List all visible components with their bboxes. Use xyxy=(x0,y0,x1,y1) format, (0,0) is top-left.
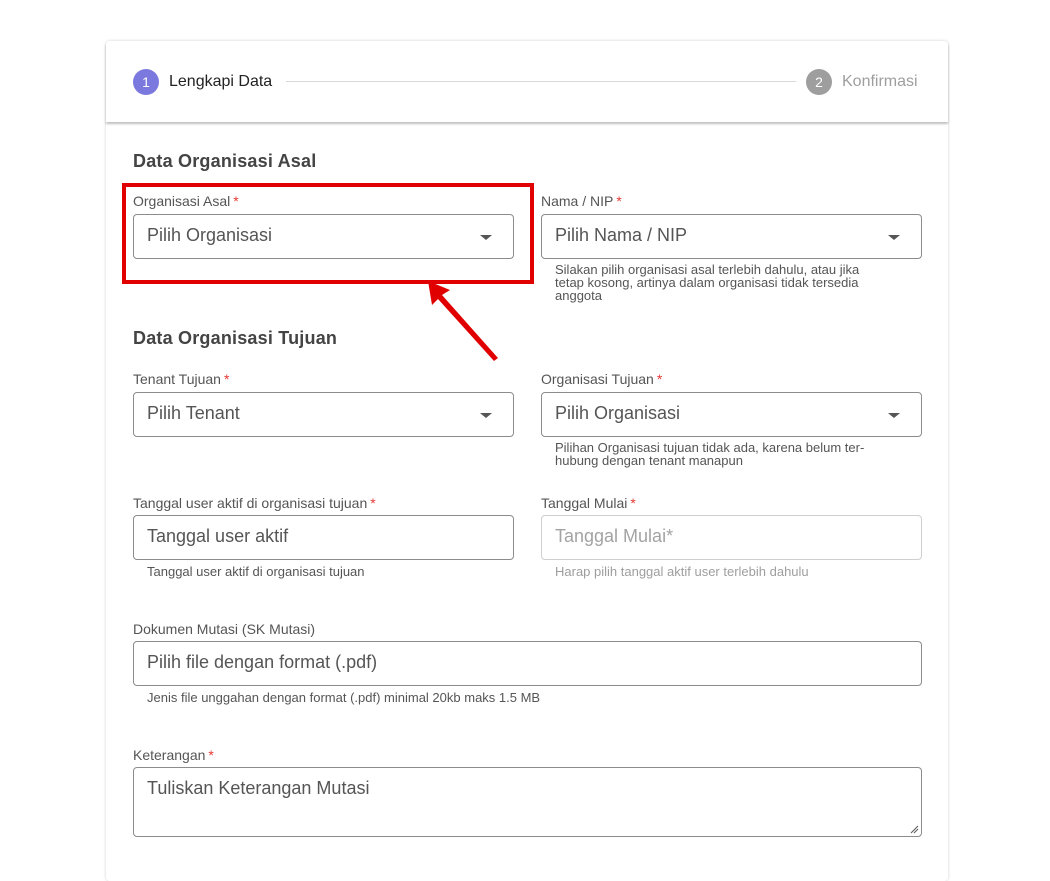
start-date-hint: Harap pilih tanggal aktif user terlebih … xyxy=(555,564,809,579)
required-marker: * xyxy=(616,193,622,209)
origin-name-hint-line-3: anggota xyxy=(555,288,602,303)
step-2[interactable]: 2 Konfirmasi xyxy=(806,68,918,95)
origin-section-title: Data Organisasi Asal xyxy=(133,151,317,171)
highlight-box xyxy=(122,183,534,284)
stepper-connector xyxy=(286,81,796,82)
chevron-down-icon xyxy=(480,413,492,418)
target-org-label: Organisasi Tujuan * xyxy=(541,371,662,387)
origin-name-label: Nama / NIP * xyxy=(541,193,622,209)
active-date-label-text: Tanggal user aktif di organisasi tujuan xyxy=(133,495,368,511)
active-date-placeholder: Tanggal user aktif xyxy=(147,526,289,546)
document-hint: Jenis file unggahan dengan format (.pdf)… xyxy=(147,690,541,705)
step-1-label: Lengkapi Data xyxy=(169,72,273,90)
chevron-down-icon xyxy=(888,235,900,240)
notes-textarea[interactable]: Tuliskan Keterangan Mutasi xyxy=(133,767,922,837)
origin-name-select[interactable]: Pilih Nama / NIP xyxy=(541,214,922,259)
target-org-hint-line-2: hubung dengan tenant manapun xyxy=(555,453,743,468)
notes-label-text: Keterangan xyxy=(133,747,206,763)
target-tenant-label: Tenant Tujuan * xyxy=(133,371,229,387)
step-1[interactable]: 1 Lengkapi Data xyxy=(133,68,272,95)
active-date-label: Tanggal user aktif di organisasi tujuan * xyxy=(133,495,376,511)
required-marker: * xyxy=(223,371,230,387)
chevron-down-icon xyxy=(888,413,900,418)
notes-placeholder: Tuliskan Keterangan Mutasi xyxy=(147,778,370,798)
notes-label: Keterangan * xyxy=(133,747,214,763)
document-label-text: Dokumen Mutasi (SK Mutasi) xyxy=(133,621,316,637)
target-tenant-select[interactable]: Pilih Tenant xyxy=(133,392,514,437)
target-org-hint: Pilihan Organisasi tujuan tidak ada, kar… xyxy=(555,441,864,467)
step-1-number: 1 xyxy=(133,68,159,95)
start-date-label-text: Tanggal Mulai xyxy=(541,495,628,511)
start-date-input[interactable]: Tanggal Mulai* xyxy=(541,515,922,560)
stepper: 1 Lengkapi Data 2 Konfirmasi xyxy=(106,41,948,122)
step-2-label: Konfirmasi xyxy=(842,72,918,90)
active-date-hint: Tanggal user aktif di organisasi tujuan xyxy=(147,564,365,579)
origin-name-label-text: Nama / NIP xyxy=(541,193,614,209)
document-file-input[interactable]: Pilih file dengan format (.pdf) xyxy=(133,641,922,686)
resize-handle-icon[interactable] xyxy=(910,825,919,834)
step-2-number: 2 xyxy=(806,68,832,95)
target-org-select-value: Pilih Organisasi xyxy=(555,403,681,423)
document-placeholder: Pilih file dengan format (.pdf) xyxy=(147,652,378,672)
start-date-placeholder: Tanggal Mulai* xyxy=(555,526,674,546)
required-marker: * xyxy=(630,495,636,511)
target-section-title: Data Organisasi Tujuan xyxy=(133,328,338,348)
mutation-form-card: 1 Lengkapi Data 2 Konfirmasi Data Organi… xyxy=(106,41,948,881)
target-tenant-label-text: Tenant Tujuan xyxy=(133,371,221,387)
required-marker: * xyxy=(208,747,214,763)
document-label: Dokumen Mutasi (SK Mutasi) xyxy=(133,621,315,637)
origin-name-hint: Silakan pilih organisasi asal terlebih d… xyxy=(555,263,859,302)
target-org-select[interactable]: Pilih Organisasi xyxy=(541,392,922,437)
active-date-input[interactable]: Tanggal user aktif xyxy=(133,515,514,560)
red-arrow-icon xyxy=(428,281,498,361)
required-marker: * xyxy=(370,495,376,511)
start-date-label: Tanggal Mulai * xyxy=(541,495,636,511)
origin-name-select-value: Pilih Nama / NIP xyxy=(555,225,688,245)
required-marker: * xyxy=(656,371,663,387)
target-tenant-select-value: Pilih Tenant xyxy=(147,403,240,423)
target-org-label-text: Organisasi Tujuan xyxy=(541,371,654,387)
